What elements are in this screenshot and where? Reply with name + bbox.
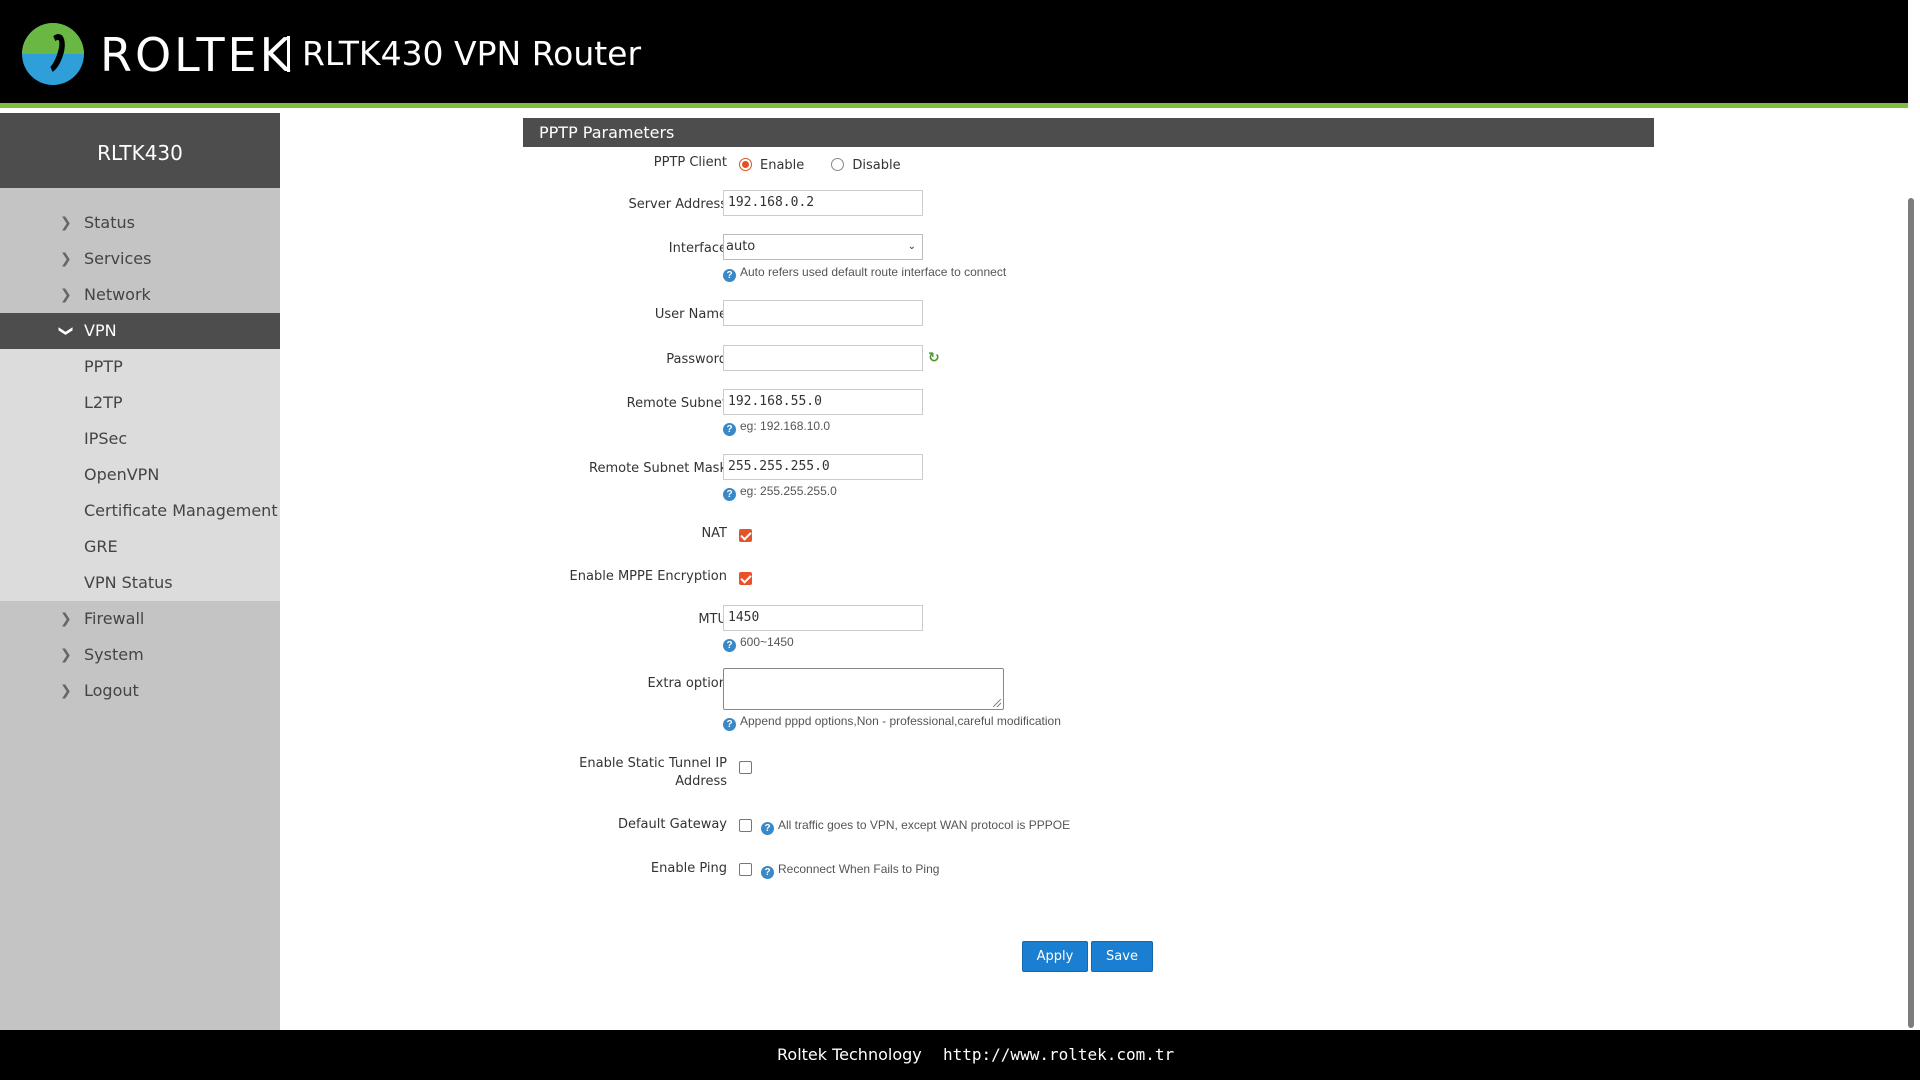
refresh-icon[interactable]: ↻ bbox=[928, 350, 940, 366]
footer: Roltek Technology http://www.roltek.com.… bbox=[0, 1030, 1920, 1080]
enable-ping-label: Enable Ping bbox=[650, 861, 727, 876]
chevron-down-icon: ⌄ bbox=[907, 241, 916, 252]
chevron-right-icon: ❯ bbox=[60, 683, 72, 699]
server-address-input[interactable]: 192.168.0.2 bbox=[723, 190, 923, 216]
server-address-label: Server Address bbox=[628, 197, 727, 212]
mtu-hint: ? 600~1450 bbox=[723, 635, 794, 652]
extra-option-hint: ? Append pppd options,Non - professional,… bbox=[723, 714, 1061, 731]
brand-name: ROLTEK bbox=[100, 28, 293, 82]
pptp-client-radios: Enable Disable bbox=[739, 154, 923, 173]
interface-select-value: auto bbox=[726, 239, 756, 254]
sidebar-item-system[interactable]: ❯ System bbox=[0, 637, 280, 673]
password-label: Password bbox=[666, 352, 727, 367]
page-scrollbar[interactable] bbox=[1908, 198, 1914, 1028]
user-name-label: User Name bbox=[654, 307, 727, 322]
chevron-down-icon: ❯ bbox=[57, 325, 74, 337]
brand-divider bbox=[287, 36, 290, 72]
help-icon: ? bbox=[723, 488, 736, 501]
interface-hint: ? Auto refers used default route interfac… bbox=[723, 265, 1006, 282]
sidebar-item-services[interactable]: ❯ Services bbox=[0, 241, 280, 277]
mppe-label: Enable MPPE Encryption bbox=[569, 569, 727, 584]
radio-disable-label: Disable bbox=[852, 158, 901, 173]
top-header: ROLTEK RLTK430 VPN Router bbox=[0, 0, 1908, 108]
default-gateway-checkbox[interactable] bbox=[739, 819, 752, 832]
help-icon: ? bbox=[761, 866, 774, 879]
roltek-logo-icon bbox=[22, 23, 84, 85]
pptp-client-label: PPTP Client bbox=[653, 155, 727, 170]
remote-subnet-input[interactable]: 192.168.55.0 bbox=[723, 389, 923, 415]
static-tunnel-label: Enable Static Tunnel IP Address bbox=[579, 756, 727, 789]
enable-ping-hint: ? Reconnect When Fails to Ping bbox=[761, 862, 939, 879]
extra-option-row: Extra option ? Append pppd options,Non - … bbox=[523, 668, 1654, 731]
default-gateway-hint: ? All traffic goes to VPN, except WAN pro… bbox=[761, 818, 1070, 835]
interface-select[interactable]: auto ⌄ bbox=[723, 234, 923, 260]
interface-row: Interface auto ⌄ ? Auto refers used defaul… bbox=[523, 234, 1654, 282]
sidebar-subitem-vpn-status[interactable]: VPN Status bbox=[0, 565, 280, 601]
user-name-input[interactable] bbox=[723, 300, 923, 326]
extra-option-textarea[interactable] bbox=[723, 668, 1004, 710]
sidebar-subitem-ipsec[interactable]: IPSec bbox=[0, 421, 280, 457]
chevron-right-icon: ❯ bbox=[60, 251, 72, 267]
mppe-row: Enable MPPE Encryption bbox=[523, 569, 1654, 588]
help-icon: ? bbox=[761, 822, 774, 835]
default-gateway-row: Default Gateway ? All traffic goes to VPN… bbox=[523, 817, 1654, 836]
apply-button[interactable]: Apply bbox=[1022, 941, 1088, 972]
sidebar-item-firewall[interactable]: ❯ Firewall bbox=[0, 601, 280, 637]
chevron-right-icon: ❯ bbox=[60, 611, 72, 627]
help-icon: ? bbox=[723, 639, 736, 652]
product-title: RLTK430 VPN Router bbox=[302, 34, 642, 73]
radio-enable[interactable] bbox=[739, 158, 752, 171]
footer-company: Roltek Technology bbox=[777, 1045, 922, 1064]
mppe-checkbox[interactable] bbox=[739, 572, 752, 585]
remote-subnet-hint: ? eg: 192.168.10.0 bbox=[723, 419, 830, 436]
sidebar-model: RLTK430 bbox=[0, 113, 280, 188]
sidebar-subitem-certificate-management[interactable]: Certificate Management bbox=[0, 493, 280, 529]
chevron-right-icon: ❯ bbox=[60, 647, 72, 663]
remote-subnet-mask-input[interactable]: 255.255.255.0 bbox=[723, 454, 923, 480]
mtu-input[interactable]: 1450 bbox=[723, 605, 923, 631]
sidebar-item-logout[interactable]: ❯ Logout bbox=[0, 673, 280, 709]
sidebar-subitem-l2tp[interactable]: L2TP bbox=[0, 385, 280, 421]
static-tunnel-row: Enable Static Tunnel IP Address bbox=[523, 755, 1654, 789]
enable-ping-row: Enable Ping ? Reconnect When Fails to Pin… bbox=[523, 861, 1654, 880]
default-gateway-label: Default Gateway bbox=[617, 817, 727, 832]
save-button[interactable]: Save bbox=[1091, 941, 1153, 972]
sidebar: RLTK430 ❯ Status ❯ Services ❯ Network ❯ VPN … bbox=[0, 113, 280, 1030]
enable-ping-checkbox[interactable] bbox=[739, 863, 752, 876]
chevron-right-icon: ❯ bbox=[60, 215, 72, 231]
password-input[interactable] bbox=[723, 345, 923, 371]
radio-disable[interactable] bbox=[831, 158, 845, 171]
nat-label: NAT bbox=[701, 526, 727, 541]
help-icon: ? bbox=[723, 269, 736, 282]
nat-checkbox[interactable] bbox=[739, 529, 752, 542]
sidebar-subitem-openvpn[interactable]: OpenVPN bbox=[0, 457, 280, 493]
static-tunnel-checkbox[interactable] bbox=[739, 761, 752, 774]
help-icon: ? bbox=[723, 718, 736, 731]
footer-url[interactable]: http://www.roltek.com.tr bbox=[943, 1030, 1174, 1080]
remote-subnet-label: Remote Subnet bbox=[626, 396, 727, 411]
sidebar-nav: ❯ Status ❯ Services ❯ Network ❯ VPN PPTP L2T… bbox=[0, 188, 280, 709]
mtu-label: MTU bbox=[698, 612, 727, 627]
chevron-right-icon: ❯ bbox=[60, 287, 72, 303]
radio-enable-label: Enable bbox=[760, 158, 805, 173]
remote-subnet-mask-label: Remote Subnet Mask bbox=[589, 461, 727, 476]
vpn-submenu: PPTP L2TP IPSec OpenVPN Certificate Mana… bbox=[0, 349, 280, 601]
remote-subnet-mask-hint: ? eg: 255.255.255.0 bbox=[723, 484, 837, 501]
sidebar-item-status[interactable]: ❯ Status bbox=[0, 205, 280, 241]
interface-label: Interface bbox=[668, 241, 727, 256]
section-title: PPTP Parameters bbox=[523, 118, 1654, 147]
help-icon: ? bbox=[723, 423, 736, 436]
sidebar-item-vpn[interactable]: ❯ VPN bbox=[0, 313, 280, 349]
sidebar-subitem-pptp[interactable]: PPTP bbox=[0, 349, 280, 385]
extra-option-label: Extra option bbox=[647, 676, 727, 691]
nat-row: NAT bbox=[523, 526, 1654, 545]
sidebar-item-network[interactable]: ❯ Network bbox=[0, 277, 280, 313]
sidebar-subitem-gre[interactable]: GRE bbox=[0, 529, 280, 565]
